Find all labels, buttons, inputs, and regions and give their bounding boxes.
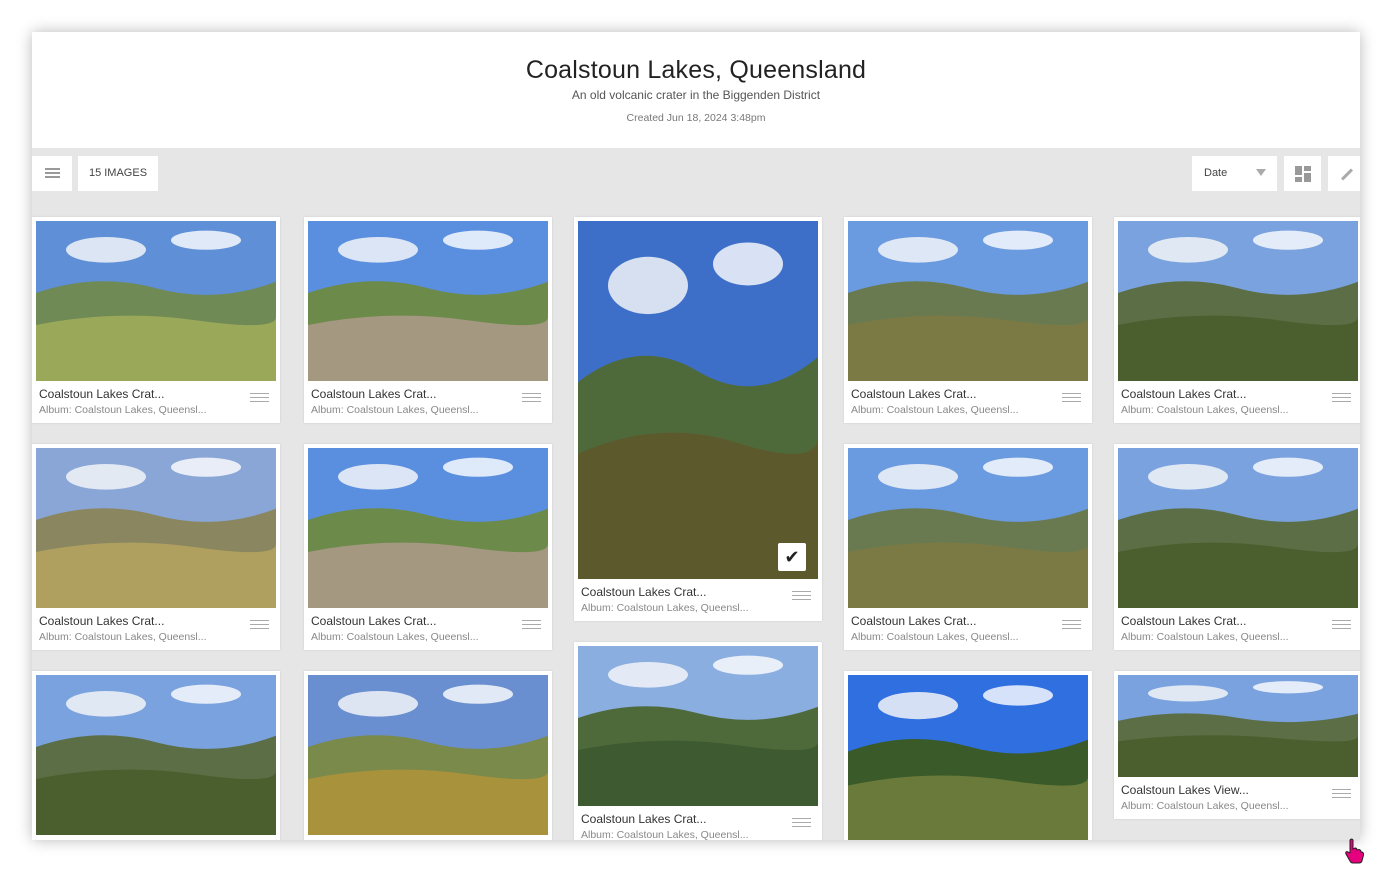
drag-handle-icon[interactable] [250,620,269,621]
image-title: Coalstoun Lakes Crat... [851,614,977,628]
image-card[interactable] [304,671,552,840]
image-card[interactable]: Coalstoun Lakes Crat... Album: Coalstoun … [1114,217,1360,423]
image-title: Coalstoun Lakes View... [1121,783,1249,797]
image-count-button[interactable]: 15 IMAGES [78,156,158,191]
image-title: Coalstoun Lakes Crat... [39,614,165,628]
chevron-down-icon [1256,169,1266,176]
gallery-subtitle: An old volcanic crater in the Biggenden … [571,88,821,102]
drag-handle-icon[interactable] [792,818,811,819]
image-album-label: Album: Coalstoun Lakes, Queensl... [581,829,749,840]
image-title: Coalstoun Lakes Crat... [1121,614,1247,628]
gallery-header: Coalstoun Lakes, Queensland An old volca… [32,32,1360,148]
image-card[interactable] [844,671,1092,840]
drag-handle-icon[interactable] [1332,620,1351,621]
sort-dropdown[interactable]: Date [1192,156,1277,191]
layout-toggle-button[interactable] [1284,156,1321,191]
hamburger-menu-icon [45,168,60,170]
edit-button[interactable] [1328,156,1360,191]
image-title: Coalstoun Lakes Crat... [581,812,707,826]
image-card[interactable]: Coalstoun Lakes Crat... Album: Coalstoun … [32,444,280,650]
photo-thumbnail[interactable] [848,221,1088,381]
image-album-label: Album: Coalstoun Lakes, Queensl... [851,631,1019,643]
drag-handle-icon[interactable] [1332,393,1351,394]
image-card[interactable]: Coalstoun Lakes Crat... Album: Coalstoun … [1114,444,1360,650]
gallery-window: Coalstoun Lakes, Queensland An old volca… [32,32,1360,840]
image-card[interactable]: Coalstoun Lakes Crat... Album: Coalstoun … [574,642,822,840]
photo-thumbnail[interactable] [36,221,276,381]
photo-thumbnail[interactable] [1118,675,1358,777]
image-album-label: Album: Coalstoun Lakes, Queensl... [39,404,207,416]
image-card[interactable]: Coalstoun Lakes Crat... Album: Coalstoun … [304,444,552,650]
image-album-label: Album: Coalstoun Lakes, Queensl... [851,404,1019,416]
image-title: Coalstoun Lakes Crat... [1121,387,1247,401]
gallery-title: Coalstoun Lakes, Queensland [525,56,867,84]
photo-thumbnail[interactable] [578,221,818,579]
image-title: Coalstoun Lakes Crat... [311,614,437,628]
image-card[interactable]: Coalstoun Lakes Crat... Album: Coalstoun … [304,217,552,423]
image-album-label: Album: Coalstoun Lakes, Queensl... [581,602,749,614]
grid-layout-icon [1295,166,1311,182]
photo-thumbnail[interactable] [1118,221,1358,381]
image-album-label: Album: Coalstoun Lakes, Queensl... [1121,800,1289,812]
gallery-created-date: Created Jun 18, 2024 3:48pm [626,112,766,124]
photo-thumbnail[interactable] [308,675,548,835]
image-album-label: Album: Coalstoun Lakes, Queensl... [39,631,207,643]
image-album-label: Album: Coalstoun Lakes, Queensl... [1121,631,1289,643]
drag-handle-icon[interactable] [792,591,811,592]
image-album-label: Album: Coalstoun Lakes, Queensl... [311,404,479,416]
image-album-label: Album: Coalstoun Lakes, Queensl... [311,631,479,643]
drag-handle-icon[interactable] [250,393,269,394]
selected-checkmark-icon[interactable]: ✔ [778,543,806,571]
image-card[interactable]: Coalstoun Lakes Crat... Album: Coalstoun … [844,444,1092,650]
image-card[interactable]: Coalstoun Lakes Crat...Album: Coalstoun … [32,671,280,840]
hand-cursor-icon [1345,838,1365,864]
photo-thumbnail[interactable] [36,448,276,608]
image-card[interactable]: Coalstoun Lakes Crat... Album: Coalstoun … [574,217,822,621]
image-album-label: Album: Coalstoun Lakes, Queensl... [1121,404,1289,416]
image-card[interactable]: Coalstoun Lakes Crat... Album: Coalstoun … [844,217,1092,423]
photo-thumbnail[interactable] [848,448,1088,608]
photo-thumbnail[interactable] [36,675,276,835]
image-card[interactable]: Coalstoun Lakes View... Album: Coalstoun … [1114,671,1360,819]
drag-handle-icon[interactable] [1332,789,1351,790]
photo-thumbnail[interactable] [848,675,1088,840]
image-title: Coalstoun Lakes Crat... [851,387,977,401]
menu-button[interactable] [32,156,72,191]
photo-thumbnail[interactable] [308,221,548,381]
drag-handle-icon[interactable] [1062,620,1081,621]
drag-handle-icon[interactable] [522,620,541,621]
sort-dropdown-label: Date [1204,167,1228,179]
image-card[interactable]: Coalstoun Lakes Crat... Album: Coalstoun … [32,217,280,423]
pencil-icon [1340,168,1354,181]
drag-handle-icon[interactable] [1062,393,1081,394]
image-title: Coalstoun Lakes Crat... [311,387,437,401]
drag-handle-icon[interactable] [522,393,541,394]
image-title: Coalstoun Lakes Crat... [581,585,707,599]
photo-thumbnail[interactable] [308,448,548,608]
photo-thumbnail[interactable] [1118,448,1358,608]
image-title: Coalstoun Lakes Crat... [39,387,165,401]
photo-thumbnail[interactable] [578,646,818,806]
